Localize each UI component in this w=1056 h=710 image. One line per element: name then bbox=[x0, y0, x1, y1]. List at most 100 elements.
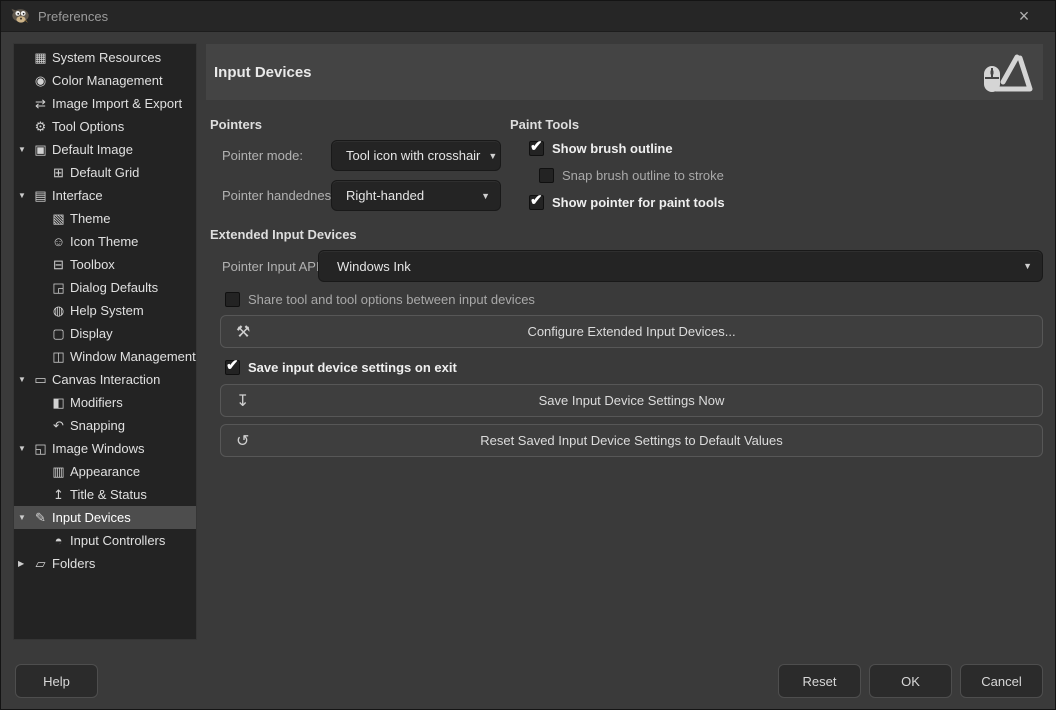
reset-saved-input-device-settings-button[interactable]: ↺ Reset Saved Input Device Settings to D… bbox=[220, 424, 1043, 457]
sidebar-item-default-image[interactable]: ▼▣Default Image bbox=[14, 138, 196, 161]
checked-checkbox-icon[interactable]: ✔ bbox=[529, 195, 544, 210]
ok-button[interactable]: OK bbox=[869, 664, 952, 698]
sidebar-item-label: Tool Options bbox=[52, 119, 124, 134]
unchecked-checkbox-icon[interactable] bbox=[225, 292, 240, 307]
sidebar-item-label: Input Devices bbox=[52, 510, 131, 525]
sidebar-item-label: Window Management bbox=[70, 349, 196, 364]
appearance-icon: ▥ bbox=[50, 464, 67, 480]
configure-extended-input-devices-label: Configure Extended Input Devices... bbox=[527, 324, 735, 339]
pointer-mode-select[interactable]: Tool icon with crosshair ▼ bbox=[331, 140, 501, 171]
unchecked-checkbox-icon[interactable] bbox=[539, 168, 554, 183]
sidebar-item-snapping[interactable]: ↶Snapping bbox=[14, 414, 196, 437]
sidebar-item-dialog-defaults[interactable]: ◲Dialog Defaults bbox=[14, 276, 196, 299]
page-header: Input Devices bbox=[206, 44, 1043, 100]
display-icon: ▢ bbox=[50, 326, 67, 342]
reset-button-label: Reset bbox=[803, 674, 837, 689]
sidebar-item-input-controllers[interactable]: ◓Input Controllers bbox=[14, 529, 196, 552]
checked-checkbox-icon[interactable]: ✔ bbox=[225, 360, 240, 375]
chevron-down-icon: ▼ bbox=[473, 191, 490, 201]
chevron-down-icon[interactable]: ▼ bbox=[18, 145, 32, 154]
title-status-icon: ↥ bbox=[50, 487, 67, 503]
help-system-icon: ◍ bbox=[50, 303, 67, 319]
theme-icon: ▧ bbox=[50, 211, 67, 227]
sidebar-item-display[interactable]: ▢Display bbox=[14, 322, 196, 345]
pointer-handedness-value: Right-handed bbox=[346, 188, 424, 203]
extended-input-devices-heading: Extended Input Devices bbox=[210, 227, 357, 242]
pointer-handedness-select[interactable]: Right-handed ▼ bbox=[331, 180, 501, 211]
help-button[interactable]: Help bbox=[15, 664, 98, 698]
configure-extended-input-devices-button[interactable]: ⚒ Configure Extended Input Devices... bbox=[220, 315, 1043, 348]
sidebar-item-label: System Resources bbox=[52, 50, 161, 65]
pointer-input-api-select[interactable]: Windows Ink ▼ bbox=[318, 250, 1043, 282]
chevron-down-icon[interactable]: ▼ bbox=[18, 191, 32, 200]
sidebar-item-label: Default Grid bbox=[70, 165, 139, 180]
checkmark-icon: ✔ bbox=[530, 137, 543, 155]
checkbox-label: Show brush outline bbox=[552, 141, 673, 156]
save-input-device-settings-now-button[interactable]: ↧ Save Input Device Settings Now bbox=[220, 384, 1043, 417]
color-management-icon: ◉ bbox=[32, 73, 49, 89]
sidebar-item-image-import-export[interactable]: ⇄Image Import & Export bbox=[14, 92, 196, 115]
input-devices-icon: ✎ bbox=[32, 510, 49, 526]
input-devices-icon bbox=[983, 49, 1033, 95]
sidebar-item-title-status[interactable]: ↥Title & Status bbox=[14, 483, 196, 506]
chevron-down-icon[interactable]: ▼ bbox=[18, 375, 32, 384]
checkbox-label: Snap brush outline to stroke bbox=[562, 168, 724, 183]
cancel-button-label: Cancel bbox=[981, 674, 1021, 689]
sidebar-item-image-windows[interactable]: ▼◱Image Windows bbox=[14, 437, 196, 460]
sidebar-item-label: Modifiers bbox=[70, 395, 123, 410]
checked-checkbox-icon[interactable]: ✔ bbox=[529, 141, 544, 156]
paint-tools-checkbox-list: ✔ Show brush outline Snap brush outline to… bbox=[529, 140, 725, 221]
snapping-icon: ↶ bbox=[50, 418, 67, 434]
sidebar-item-label: Interface bbox=[52, 188, 103, 203]
sidebar-item-label: Display bbox=[70, 326, 113, 341]
sidebar-item-folders[interactable]: ▶▱Folders bbox=[14, 552, 196, 575]
sidebar-item-system-resources[interactable]: ▦System Resources bbox=[14, 46, 196, 69]
icon-theme-icon: ☺ bbox=[50, 234, 67, 249]
sidebar-item-icon-theme[interactable]: ☺Icon Theme bbox=[14, 230, 196, 253]
share-checkbox-slot: Share tool and tool options between inpu… bbox=[225, 291, 535, 308]
sidebar-item-interface[interactable]: ▼▤Interface bbox=[14, 184, 196, 207]
sidebar-tree: ▦System Resources◉Color Management⇄Image… bbox=[13, 43, 197, 640]
close-icon[interactable]: × bbox=[1011, 3, 1037, 29]
tool-options-icon: ⚙ bbox=[32, 119, 49, 135]
input-controllers-icon: ◓ bbox=[50, 533, 67, 548]
cancel-button[interactable]: Cancel bbox=[960, 664, 1043, 698]
reset-icon: ↺ bbox=[236, 431, 249, 451]
pointer-input-api-label: Pointer Input API: bbox=[222, 259, 323, 274]
titlebar[interactable]: Preferences × bbox=[1, 1, 1055, 32]
sidebar-item-help-system[interactable]: ◍Help System bbox=[14, 299, 196, 322]
sidebar-item-window-management[interactable]: ◫Window Management bbox=[14, 345, 196, 368]
help-button-label: Help bbox=[43, 674, 70, 689]
reset-button[interactable]: Reset bbox=[778, 664, 861, 698]
sidebar-item-toolbox[interactable]: ⊟Toolbox bbox=[14, 253, 196, 276]
sidebar-item-label: Toolbox bbox=[70, 257, 115, 272]
chevron-down-icon[interactable]: ▼ bbox=[18, 444, 32, 453]
default-grid-icon: ⊞ bbox=[50, 165, 67, 181]
sidebar-item-default-grid[interactable]: ⊞Default Grid bbox=[14, 161, 196, 184]
sidebar-item-label: Image Windows bbox=[52, 441, 144, 456]
sidebar-item-label: Image Import & Export bbox=[52, 96, 182, 111]
sidebar-item-label: Snapping bbox=[70, 418, 125, 433]
sidebar-item-tool-options[interactable]: ⚙Tool Options bbox=[14, 115, 196, 138]
sidebar-item-input-devices[interactable]: ▼✎Input Devices bbox=[14, 506, 196, 529]
checkbox-show-pointer-for-paint-tools[interactable]: ✔Show pointer for paint tools bbox=[529, 194, 725, 211]
ok-button-label: OK bbox=[901, 674, 920, 689]
sidebar-item-modifiers[interactable]: ◧Modifiers bbox=[14, 391, 196, 414]
checkbox-save-input-device-settings-on-exit[interactable]: ✔Save input device settings on exit bbox=[225, 359, 457, 376]
checkbox-snap-brush-outline-to-stroke[interactable]: Snap brush outline to stroke bbox=[539, 167, 725, 184]
gimp-logo-icon bbox=[11, 8, 30, 25]
sidebar-item-canvas-interaction[interactable]: ▼▭Canvas Interaction bbox=[14, 368, 196, 391]
sidebar-item-appearance[interactable]: ▥Appearance bbox=[14, 460, 196, 483]
window-title: Preferences bbox=[38, 9, 108, 24]
chevron-right-icon[interactable]: ▶ bbox=[18, 559, 32, 568]
save-icon: ↧ bbox=[236, 391, 249, 411]
sidebar-item-label: Color Management bbox=[52, 73, 163, 88]
chevron-down-icon[interactable]: ▼ bbox=[18, 513, 32, 522]
checkbox-share-tool-and-tool-options[interactable]: Share tool and tool options between inpu… bbox=[225, 291, 535, 308]
dialog-defaults-icon: ◲ bbox=[50, 280, 67, 296]
checkbox-show-brush-outline[interactable]: ✔ Show brush outline bbox=[529, 140, 725, 157]
sidebar-item-label: Input Controllers bbox=[70, 533, 165, 548]
toolbox-icon: ⊟ bbox=[50, 257, 67, 273]
sidebar-item-color-management[interactable]: ◉Color Management bbox=[14, 69, 196, 92]
sidebar-item-theme[interactable]: ▧Theme bbox=[14, 207, 196, 230]
